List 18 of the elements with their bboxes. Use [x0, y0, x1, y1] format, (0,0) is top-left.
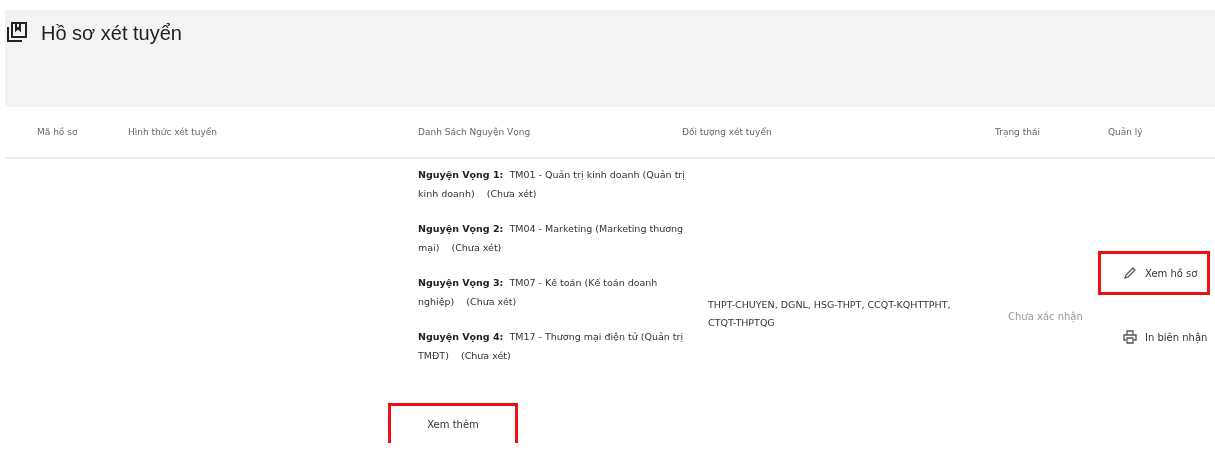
see-more-button[interactable]: Xem thêm — [388, 403, 518, 443]
wish-entry: Nguyện Vọng 1: TM01 - Quản trị kinh doanh (Quản trị kinh doanh) (Chưa xét) — [418, 168, 686, 201]
wish-entry: Nguyện Vọng 2: TM04 - Marketing (Marketing thương mại) (Chưa xét) — [418, 222, 685, 255]
status-text: Chưa xác nhận — [1007, 309, 1083, 322]
column-header: Trạng thái — [995, 127, 1040, 137]
wish-entry: Nguyện Vọng 4: TM17 - Thương mại điện tử (Quản trị TMĐT) (Chưa xét) — [418, 330, 685, 363]
pencil-icon — [1123, 266, 1137, 280]
column-header: Đối tượng xét tuyển — [682, 127, 772, 137]
target-groups: THPT-CHUYEN, DGNL, HSG-THPT, CCQT-KQHTTPHT, CTQT-THPTQG — [708, 276, 968, 332]
column-header: Quản lý — [1108, 127, 1143, 137]
column-header: Hình thức xét tuyển — [128, 127, 218, 137]
page-title: Hồ sơ xét tuyển — [41, 22, 182, 45]
wish-entry: Nguyện Vọng 3: TM07 - Kế toán (Kế toán doanh nghiệp) (Chưa xét) — [418, 276, 659, 309]
printer-icon — [1123, 330, 1137, 344]
bookmark-book-icon — [7, 22, 27, 42]
column-header: Mã hồ sơ — [37, 127, 78, 137]
view-file-button[interactable]: Xem hồ sơ — [1098, 251, 1210, 295]
column-header: Danh Sách Nguyện Vọng — [418, 127, 531, 137]
